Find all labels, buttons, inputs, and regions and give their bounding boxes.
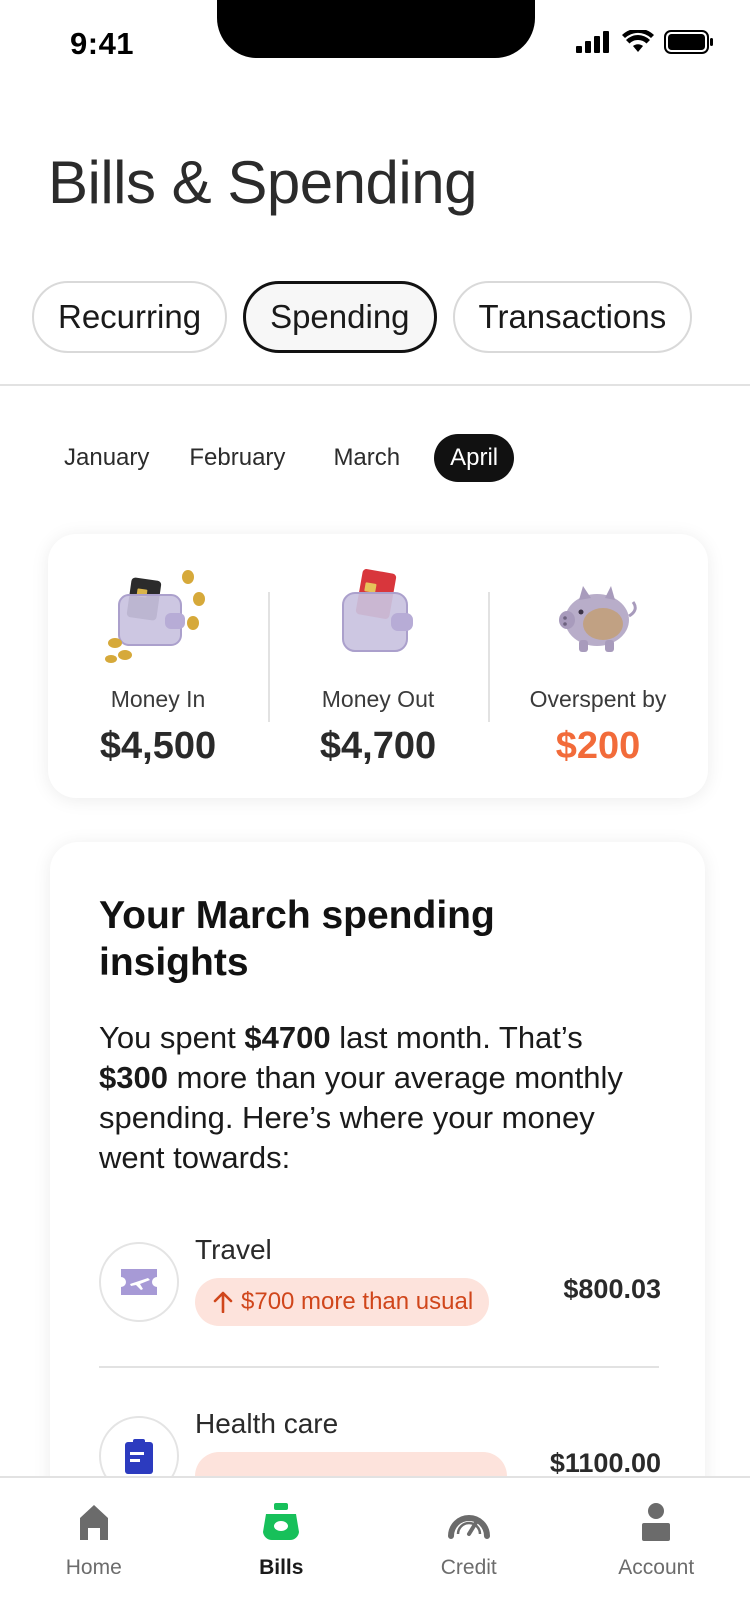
- nav-account[interactable]: Account: [563, 1478, 750, 1624]
- month-selector: January February March April: [48, 434, 515, 482]
- nav-bills-label: Bills: [259, 1556, 304, 1579]
- nav-bills[interactable]: Bills: [188, 1478, 376, 1624]
- tab-transactions[interactable]: Transactions: [452, 281, 693, 353]
- category-row-travel[interactable]: Travel $700 more than usual $800.03: [99, 1234, 661, 1342]
- overspent-summary: Overspent by $200: [488, 534, 708, 798]
- gauge-icon: [441, 1494, 497, 1550]
- nav-credit-label: Credit: [440, 1556, 497, 1579]
- insights-above-average-amount: $300: [99, 1060, 168, 1095]
- insights-spent-amount: $4700: [244, 1020, 331, 1055]
- nav-account-label: Account: [618, 1556, 695, 1579]
- money-out-summary: Money Out $4,700: [268, 534, 488, 798]
- insights-title: Your March spending insights: [99, 894, 495, 984]
- overspent-label: Overspent by: [529, 686, 667, 712]
- camera-notch: [217, 0, 535, 58]
- money-in-summary: Money In $4,500: [48, 534, 268, 798]
- money-in-label: Money In: [110, 686, 206, 712]
- status-icons: [576, 30, 714, 54]
- page-title: Bills & Spending: [48, 149, 477, 216]
- bills-icon: [253, 1494, 309, 1550]
- piggy-bank-icon: [543, 560, 653, 670]
- summary-card: Money In $4,500 Money Out $4,700 Overspe…: [48, 534, 708, 798]
- home-icon: [66, 1494, 122, 1550]
- status-time: 9:41: [70, 26, 135, 61]
- insights-text-2: last month. That’s: [330, 1020, 583, 1055]
- money-out-label: Money Out: [321, 686, 435, 712]
- insights-text-3: more than your average monthly spending.…: [99, 1060, 623, 1175]
- bottom-navigation: Home Bills Credit Account: [0, 1476, 750, 1624]
- tab-spending[interactable]: Spending: [243, 281, 437, 353]
- insights-text-1: You spent: [99, 1020, 245, 1055]
- month-march[interactable]: March: [317, 434, 416, 482]
- money-out-value: $4,700: [319, 725, 437, 767]
- tab-recurring[interactable]: Recurring: [32, 281, 228, 353]
- arrow-up-icon: [213, 1291, 233, 1313]
- month-january[interactable]: January: [48, 434, 165, 482]
- status-bar: 9:41: [0, 0, 750, 90]
- cellular-signal-icon: [576, 31, 609, 53]
- tabs-divider: [0, 384, 750, 386]
- category-name: Travel: [195, 1234, 272, 1265]
- spending-insights-card: Your March spending insights You spent $…: [50, 842, 705, 1542]
- category-change-text: $700 more than usual: [241, 1288, 474, 1315]
- nav-credit[interactable]: Credit: [375, 1478, 563, 1624]
- wifi-icon: [622, 30, 654, 52]
- category-amount: $1100.00: [549, 1448, 661, 1478]
- wallet-coins-icon: [103, 560, 213, 670]
- category-amount: $800.03: [563, 1274, 661, 1304]
- nav-home[interactable]: Home: [0, 1478, 188, 1624]
- view-tabs: Recurring Spending Transactions: [32, 281, 693, 353]
- battery-icon: [664, 30, 713, 54]
- insights-description: You spent $4700 last month. That’s $300 …: [99, 1018, 659, 1178]
- nav-home-label: Home: [65, 1556, 122, 1579]
- month-february[interactable]: February: [173, 434, 301, 482]
- category-divider: [99, 1366, 659, 1368]
- wallet-card-icon: [323, 560, 433, 670]
- money-in-value: $4,500: [99, 725, 217, 767]
- overspent-value: $200: [555, 725, 641, 767]
- category-change-badge: $700 more than usual: [195, 1278, 490, 1326]
- category-name: Health care: [195, 1408, 339, 1439]
- person-icon: [628, 1494, 684, 1550]
- month-april[interactable]: April: [434, 434, 515, 482]
- ticket-plane-icon: [99, 1242, 179, 1322]
